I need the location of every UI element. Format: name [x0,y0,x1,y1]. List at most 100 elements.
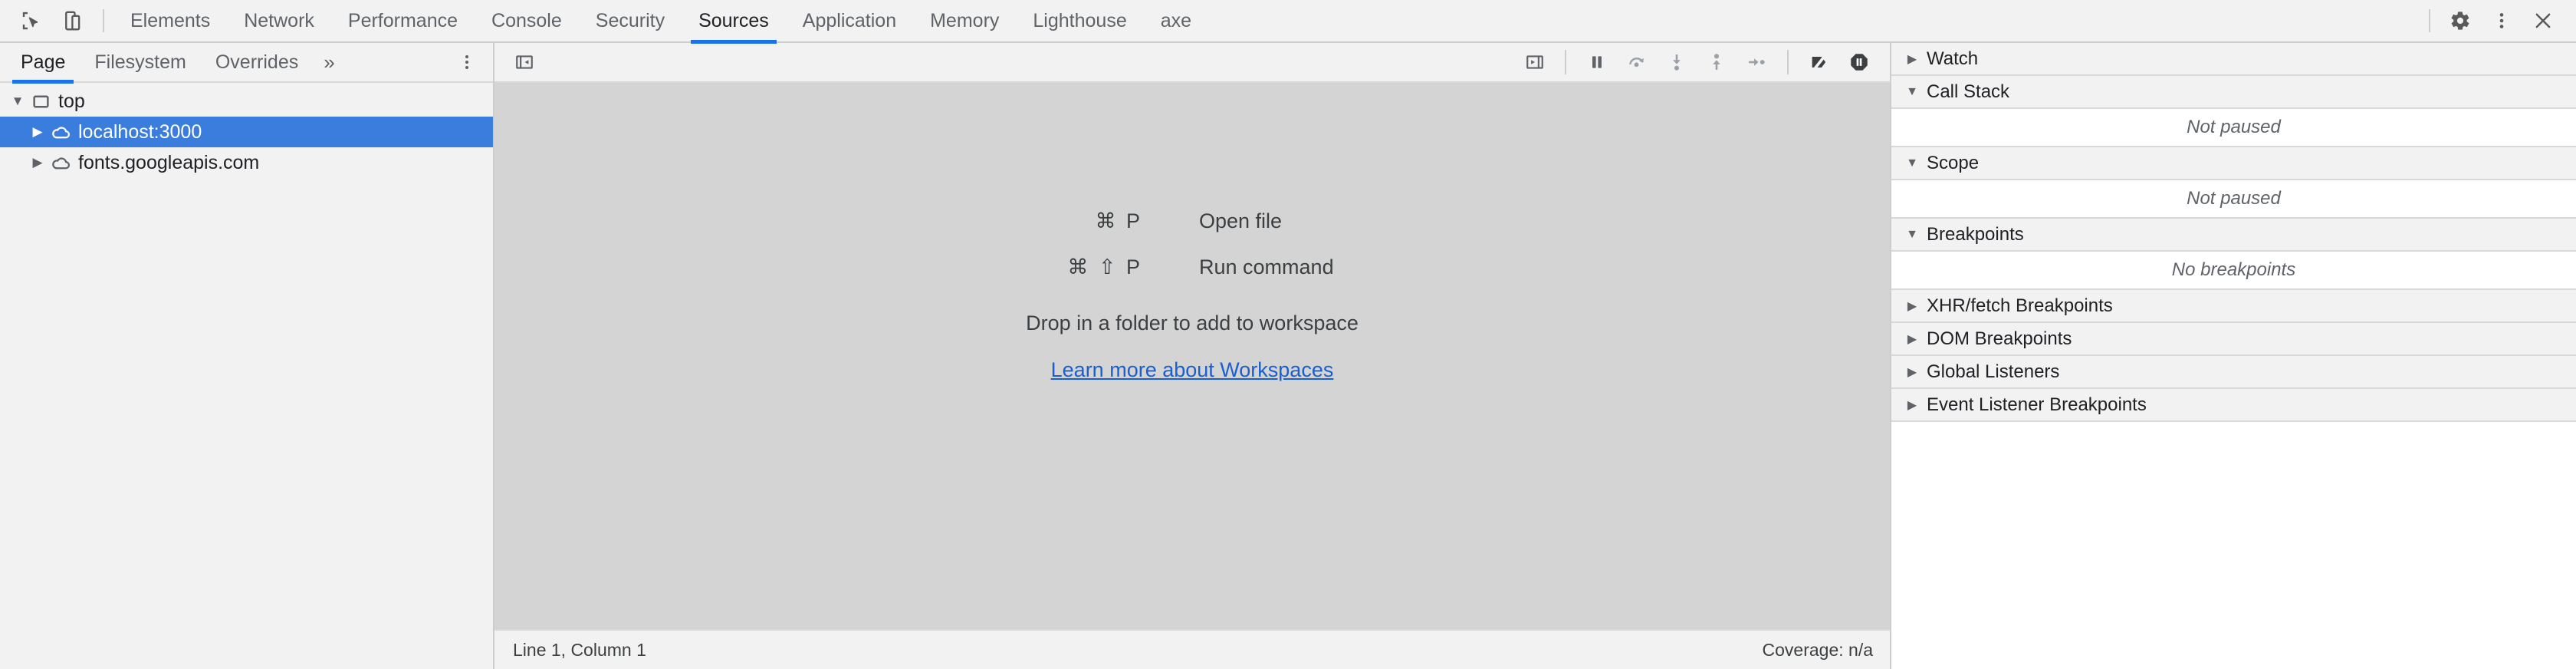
tab-label: Elements [130,9,211,31]
nav-more-tabs-button[interactable]: » [313,42,345,82]
tab-security[interactable]: Security [579,0,682,42]
step-out-icon[interactable] [1697,45,1737,79]
editor-toolbar-right [1516,45,1890,79]
chevron-down-icon[interactable]: ▼ [1902,85,1922,99]
step-into-icon[interactable] [1657,45,1697,79]
section-title: Breakpoints [1927,223,2024,245]
tab-console[interactable]: Console [475,0,579,42]
nav-tab-filesystem[interactable]: Filesystem [80,42,200,82]
chevron-right-icon[interactable]: ▶ [28,124,48,140]
kebab-menu-icon[interactable] [2481,0,2522,41]
tab-performance[interactable]: Performance [331,0,475,42]
nav-tab-page[interactable]: Page [6,42,80,84]
chevron-right-icon[interactable]: ▶ [1902,331,1922,347]
tab-lighthouse[interactable]: Lighthouse [1016,0,1143,42]
tree-item-fonts-googleapis[interactable]: ▶ fonts.googleapis.com [0,147,493,178]
device-toolbar-icon[interactable] [52,0,94,41]
sources-panel: Page Filesystem Overrides » ▼ top ▶ loca… [0,43,2576,669]
section-title: Event Listener Breakpoints [1927,394,2147,415]
coverage-status[interactable]: Coverage: n/a [1763,640,1873,661]
nav-tab-label: Overrides [215,51,299,73]
devtools-tabbar: Elements Network Performance Console Sec… [0,0,2576,44]
tabbar-right-controls [2420,0,2576,42]
section-title: Watch [1927,48,1979,69]
shortcut-run-command: ⌘ ⇧ P Run command [989,244,1395,290]
pause-script-execution-icon[interactable] [1577,45,1617,79]
section-title: Call Stack [1927,81,2010,102]
tab-label: Security [595,9,665,31]
toolbar-divider [2429,9,2430,32]
chevron-right-icon[interactable]: ▶ [1902,51,1922,67]
shortcut-open-file: ⌘ P Open file [989,198,1395,244]
show-navigator-panel-icon[interactable] [505,45,544,79]
frame-icon [28,92,54,111]
tab-application[interactable]: Application [786,0,913,42]
shortcut-keys: ⌘ ⇧ P [1067,255,1142,278]
chevron-right-icon[interactable]: ▶ [28,155,48,170]
tab-axe[interactable]: axe [1144,0,1208,42]
tree-item-label: fonts.googleapis.com [78,151,260,173]
tree-item-label: localhost:3000 [78,120,202,143]
tab-label: Console [491,9,562,31]
navigator-kebab-menu-icon[interactable] [452,45,482,79]
section-title: DOM Breakpoints [1927,328,2072,349]
editor-empty-state: ⌘ P Open file ⌘ ⇧ P Run command Drop in … [495,83,1890,629]
cloud-icon [48,122,74,143]
section-header-watch[interactable]: ▶ Watch [1891,43,2576,76]
section-header-scope[interactable]: ▼ Scope [1891,147,2576,180]
shortcut-keys: ⌘ P [1095,209,1142,232]
tab-elements[interactable]: Elements [113,0,227,42]
chevron-right-icon[interactable]: ▶ [1902,364,1922,380]
nav-tab-label: Filesystem [94,51,186,73]
pause-on-exceptions-icon[interactable] [1839,45,1879,79]
tree-item-top[interactable]: ▼ top [0,86,493,117]
shortcut-label: Open file [1199,209,1283,232]
tree-item-label: top [58,90,85,112]
show-debugger-panel-icon[interactable] [1516,45,1554,79]
tab-label: Application [802,9,897,31]
navigator-toolbar: Page Filesystem Overrides » [0,42,493,84]
editor-pane: ⌘ P Open file ⌘ ⇧ P Run command Drop in … [495,43,1890,669]
drop-folder-hint: Drop in a folder to add to workspace [1026,311,1359,334]
step-icon[interactable] [1737,45,1776,79]
section-header-event-listener-breakpoints[interactable]: ▶ Event Listener Breakpoints [1891,389,2576,422]
toolbar-divider [1787,50,1789,74]
section-header-dom-breakpoints[interactable]: ▶ DOM Breakpoints [1891,323,2576,356]
chevron-down-icon[interactable]: ▼ [1902,228,1922,242]
close-icon[interactable] [2522,0,2564,41]
tab-label: Network [244,9,314,31]
learn-more-workspaces-link[interactable]: Learn more about Workspaces [1051,358,1334,382]
shortcut-label: Run command [1199,255,1334,278]
chevron-right-icon[interactable]: ▶ [1902,298,1922,314]
inspect-element-icon[interactable] [11,0,52,41]
tab-label: Lighthouse [1033,9,1127,31]
nav-tab-overrides[interactable]: Overrides [201,42,313,82]
section-header-xhr-fetch-breakpoints[interactable]: ▶ XHR/fetch Breakpoints [1891,290,2576,323]
deactivate-breakpoints-icon[interactable] [1799,45,1839,79]
breakpoints-empty-message: No breakpoints [1891,252,2576,290]
cloud-icon [48,153,74,173]
toolbar-divider [1565,50,1566,74]
tab-label: Performance [347,9,458,31]
section-title: XHR/fetch Breakpoints [1927,295,2113,316]
chevron-right-icon[interactable]: ▶ [1902,397,1922,413]
chevron-down-icon[interactable]: ▼ [1902,157,1922,170]
section-header-call-stack[interactable]: ▼ Call Stack [1891,76,2576,109]
gear-icon[interactable] [2440,0,2481,41]
section-title: Global Listeners [1927,361,2060,382]
tab-label: Memory [930,9,1000,31]
tab-network[interactable]: Network [227,0,331,42]
panel-tabs: Elements Network Performance Console Sec… [113,0,1208,44]
tab-memory[interactable]: Memory [913,0,1016,42]
tab-sources[interactable]: Sources [682,0,786,44]
step-over-icon[interactable] [1617,45,1657,79]
tree-item-localhost[interactable]: ▶ localhost:3000 [0,117,493,147]
page-file-tree: ▼ top ▶ localhost:3000 ▶ fonts.googleapi… [0,83,493,669]
nav-tab-label: Page [21,51,66,73]
cursor-position: Line 1, Column 1 [513,639,646,660]
scope-empty-message: Not paused [1891,180,2576,219]
section-header-global-listeners[interactable]: ▶ Global Listeners [1891,356,2576,389]
sources-splash: ⌘ P Open file ⌘ ⇧ P Run command Drop in … [989,198,1395,382]
chevron-down-icon[interactable]: ▼ [8,94,28,109]
section-header-breakpoints[interactable]: ▼ Breakpoints [1891,219,2576,252]
